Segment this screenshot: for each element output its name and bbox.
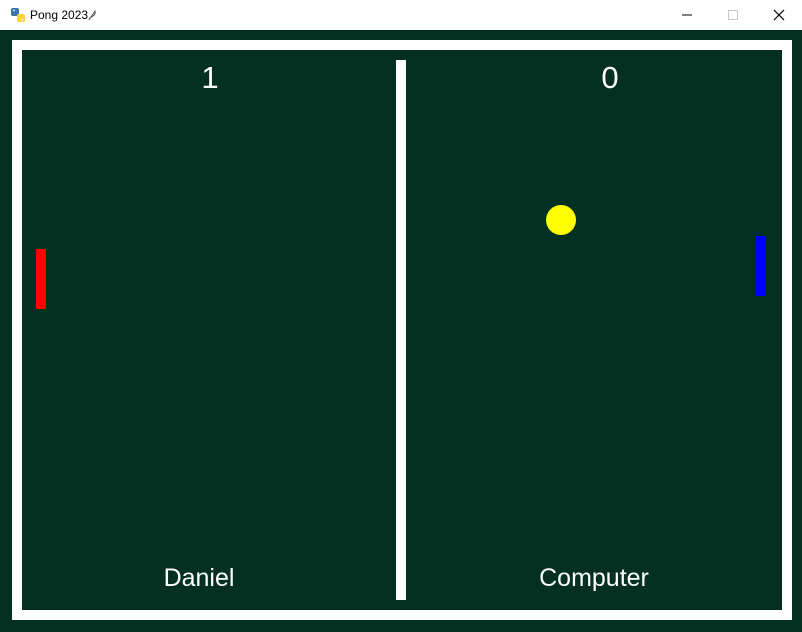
- center-net: [396, 60, 406, 600]
- left-player-name: Daniel: [163, 564, 235, 592]
- window-title: Pong 2023: [30, 8, 89, 22]
- maximize-icon: [728, 10, 738, 20]
- right-score: 0: [601, 60, 619, 95]
- ball: [546, 205, 576, 235]
- close-icon: [773, 9, 785, 21]
- title-bar[interactable]: Pong 2023: [0, 0, 802, 31]
- left-score: 1: [201, 60, 219, 95]
- right-player-name: Computer: [539, 564, 649, 592]
- close-button[interactable]: [756, 0, 802, 30]
- left-paddle: [36, 249, 46, 309]
- python-icon: [11, 8, 25, 22]
- maximize-button[interactable]: [710, 0, 756, 30]
- minimize-icon: [682, 14, 692, 16]
- minimize-button[interactable]: [664, 0, 710, 30]
- game-canvas[interactable]: 1 0 Daniel Computer: [0, 30, 802, 632]
- feather-icon: [88, 9, 96, 21]
- pong-window: Pong 2023 1 0 Daniel Computer: [0, 0, 802, 632]
- right-paddle: [756, 236, 766, 296]
